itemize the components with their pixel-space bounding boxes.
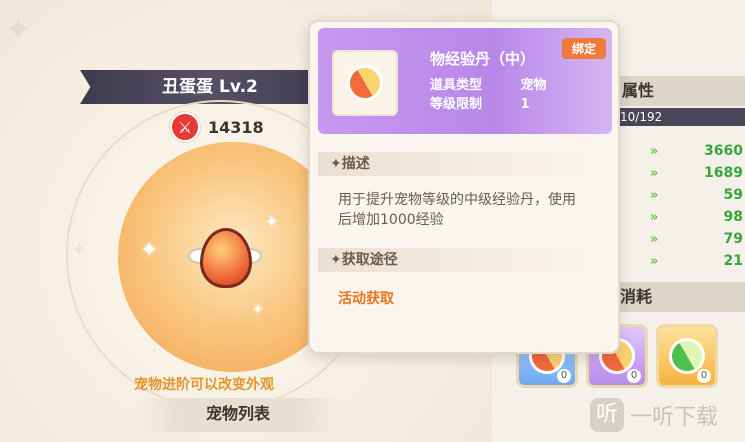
attribute-row: » 1689	[640, 162, 745, 184]
attribute-row: » 21	[640, 250, 745, 272]
item-icon-frame	[332, 50, 398, 116]
attribute-value: 1689	[704, 165, 743, 181]
chevron-right-icon: »	[650, 187, 659, 203]
attribute-row: » 3660	[640, 140, 745, 162]
item-type-label: 道具类型	[430, 78, 483, 93]
attribute-value: 98	[723, 209, 743, 225]
attribute-value: 21	[723, 253, 743, 269]
exp-pill-slot-large[interactable]: 0	[656, 324, 718, 388]
description-title: ✦描述	[318, 152, 612, 176]
tooltip-header: 物经验丹（中） 绑定 道具类型 宠物 等级限制 1	[318, 28, 612, 134]
attributes-header: 属性	[600, 76, 745, 106]
consume-header: 消耗	[600, 282, 745, 312]
watermark-text: 一听下载	[630, 405, 719, 430]
chevron-right-icon: »	[650, 143, 659, 159]
evolve-hint: 宠物进阶可以改变外观	[134, 377, 274, 393]
star-decoration-icon: ✦	[4, 10, 33, 50]
chevron-right-icon: »	[650, 209, 659, 225]
pet-sprite[interactable]	[200, 228, 252, 288]
attribute-row: » 59	[640, 184, 745, 206]
sparkle-icon: ✦	[252, 302, 264, 318]
level-limit-value: 1	[520, 97, 530, 112]
sword-icon: ⚔	[170, 112, 200, 142]
watermark-logo: 听	[590, 398, 624, 432]
pet-name-level: 丑蛋蛋 Lv.2	[80, 70, 340, 104]
chevron-right-icon: »	[650, 165, 659, 181]
item-count: 0	[697, 369, 711, 383]
chevron-right-icon: »	[650, 231, 659, 247]
item-tooltip: 物经验丹（中） 绑定 道具类型 宠物 等级限制 1 ✦描述 用于提升宠物等级的中…	[308, 20, 620, 354]
attribute-value: 3660	[704, 143, 743, 159]
power-value: 14318	[208, 117, 264, 137]
sparkle-icon: ✦	[265, 212, 279, 231]
sparkle-icon: ✦	[70, 238, 89, 263]
attribute-value: 79	[723, 231, 743, 247]
pet-list-button[interactable]: 宠物列表	[138, 398, 338, 432]
item-count: 0	[557, 369, 571, 383]
attribute-value: 59	[723, 187, 743, 203]
item-type-value: 宠物	[520, 78, 547, 93]
sparkle-icon: ✦	[140, 238, 159, 263]
attribute-row: » 79	[640, 228, 745, 250]
exp-bar: 10/192	[600, 108, 745, 126]
chevron-right-icon: »	[650, 253, 659, 269]
source-link[interactable]: 活动获取	[338, 288, 394, 308]
source-title: ✦获取途径	[318, 248, 612, 272]
attribute-row: » 98	[640, 206, 745, 228]
item-name: 物经验丹（中）	[430, 50, 536, 68]
attribute-list: » 3660 » 1689 » 59 » 98 » 79 » 21	[640, 140, 745, 272]
level-limit-label: 等级限制	[430, 97, 483, 112]
item-count: 0	[627, 369, 641, 383]
power-display: ⚔ 14318	[170, 112, 264, 142]
bound-badge: 绑定	[561, 38, 606, 59]
item-description: 用于提升宠物等级的中级经验丹，使用后增加1000经验	[338, 192, 576, 228]
watermark: 听 一听下载	[590, 398, 718, 432]
exp-pill-icon	[340, 58, 390, 108]
item-meta: 道具类型 宠物 等级限制 1	[430, 76, 547, 114]
